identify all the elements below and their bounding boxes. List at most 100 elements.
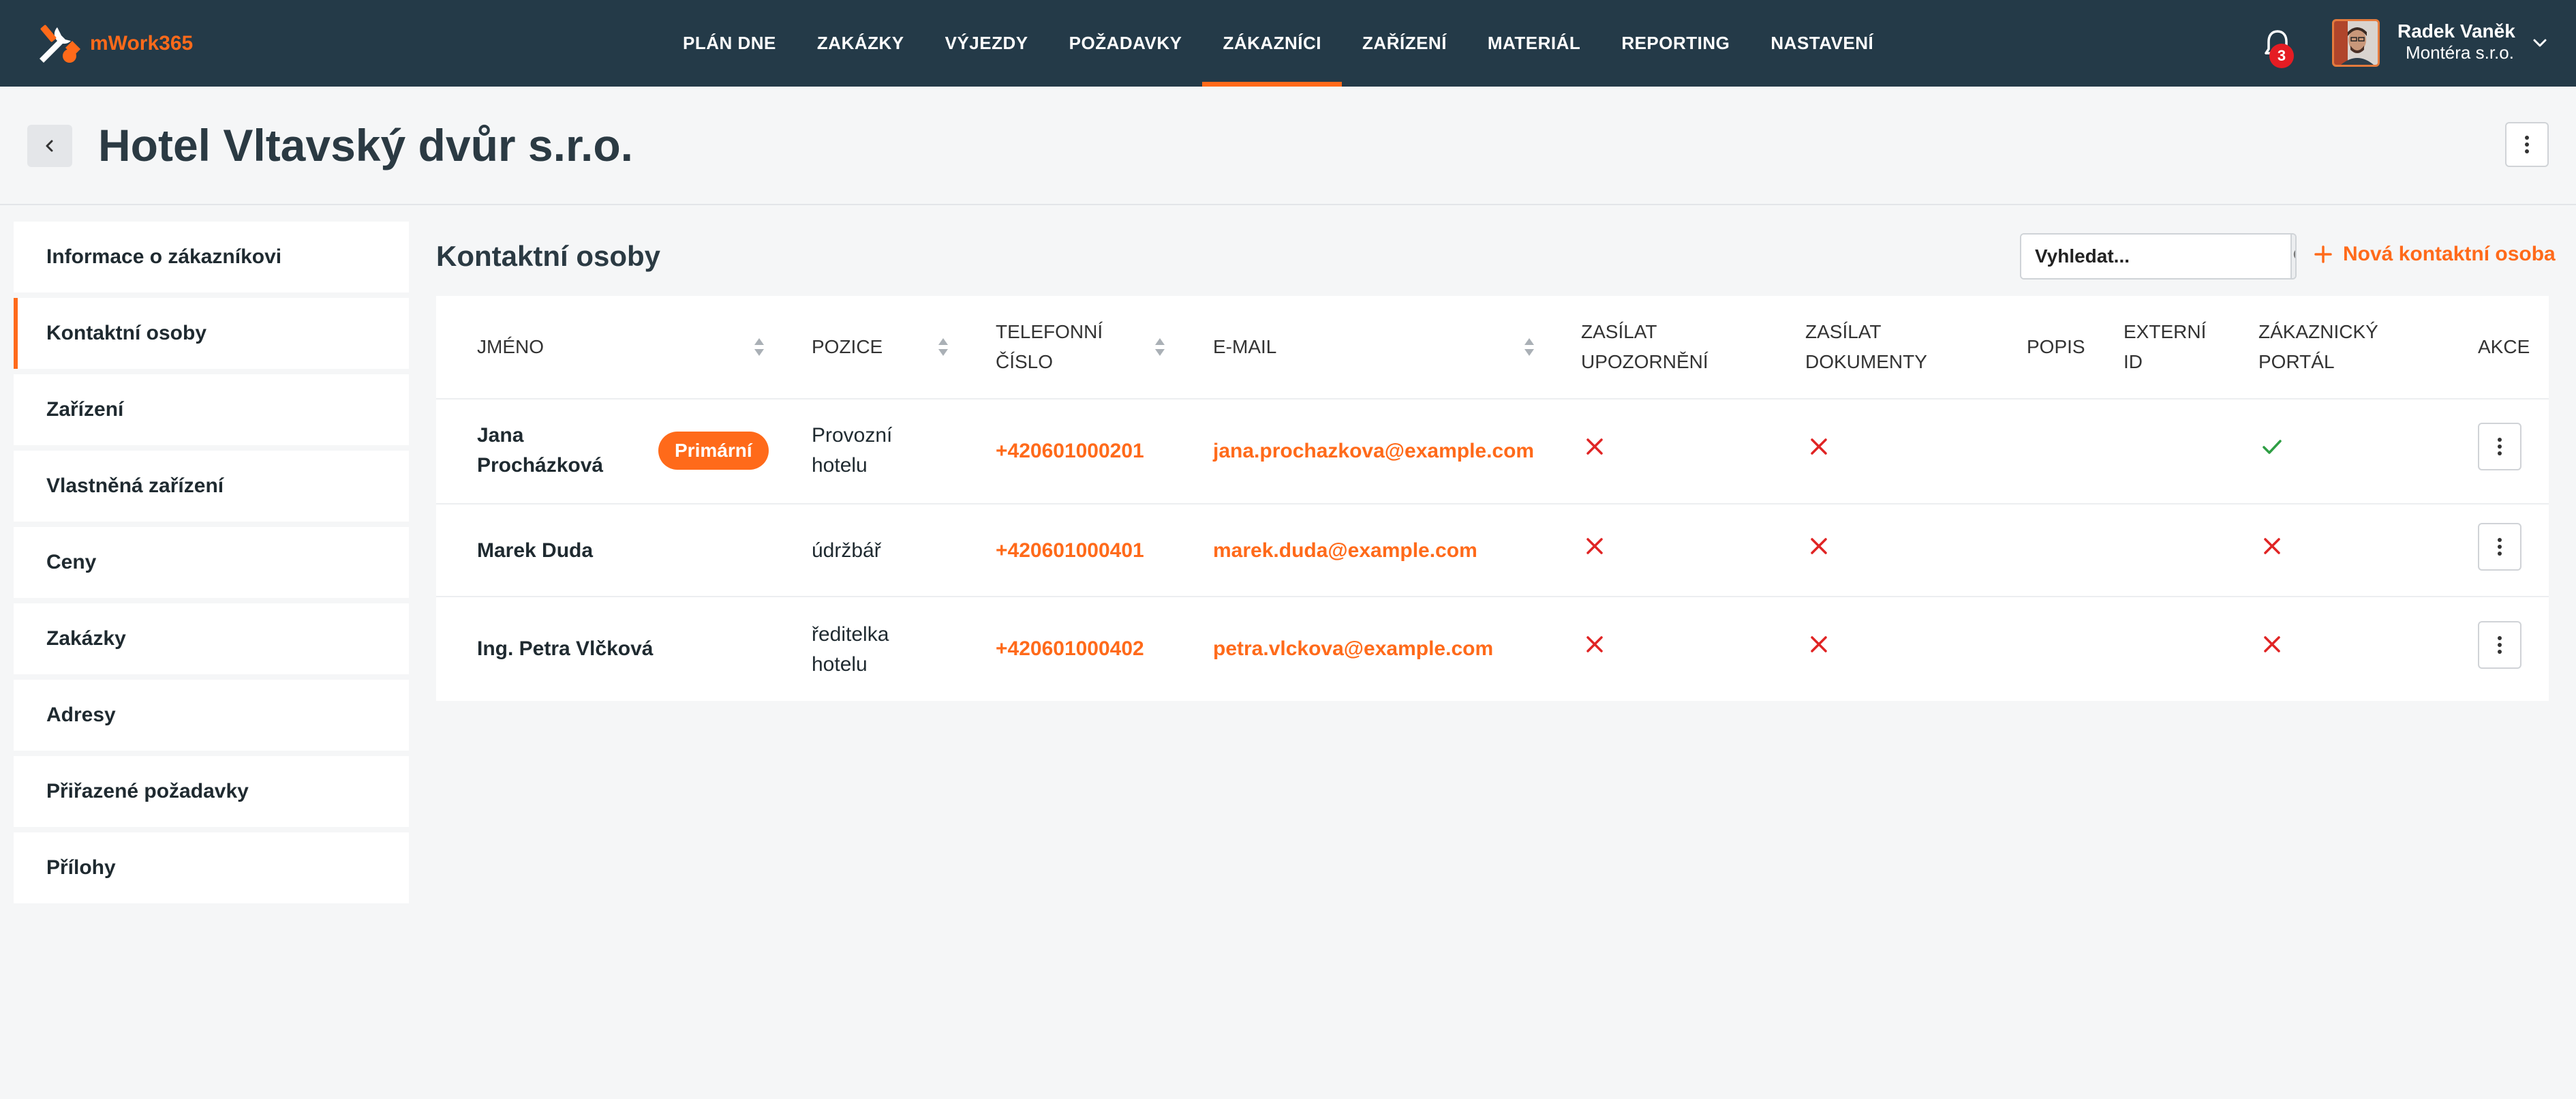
- cross-icon: [1811, 636, 1827, 652]
- cross-icon: [1586, 636, 1603, 652]
- column-header-phone-line2: ČÍSLO: [996, 351, 1054, 372]
- search-box: [2020, 233, 2297, 280]
- contact-position: Provozní hotelu: [812, 412, 892, 490]
- customer-sidebar: Informace o zákazníkovi Kontaktní osoby …: [14, 222, 409, 909]
- kebab-menu-icon: [2498, 636, 2502, 654]
- search-icon: [2293, 250, 2295, 259]
- contact-phone[interactable]: +420601000402: [996, 634, 1144, 664]
- contact-position-line2: hotelu: [812, 653, 868, 676]
- section-title: Kontaktní osoby: [436, 240, 661, 272]
- column-header-name[interactable]: JMÉNO: [477, 296, 544, 398]
- user-company: Montéra s.r.o.: [2406, 42, 2514, 63]
- divider: [436, 596, 2549, 597]
- nav-item-pozadavky[interactable]: POŽADAVKY: [1049, 0, 1203, 87]
- row-actions-button[interactable]: [2478, 423, 2521, 470]
- contact-name-line1: Jana: [477, 424, 524, 447]
- column-header-external-id-line2: ID: [2123, 351, 2143, 372]
- search-input[interactable]: [2021, 235, 2290, 278]
- kebab-menu-icon: [2498, 438, 2502, 455]
- nav-item-zakazky[interactable]: ZAKÁZKY: [797, 0, 925, 87]
- sidebar-item-zakazky[interactable]: Zakázky: [14, 603, 409, 674]
- plus-icon: [2314, 245, 2332, 263]
- cross-icon: [1811, 538, 1827, 554]
- contact-position-line1: ředitelka: [812, 623, 889, 646]
- divider: [436, 398, 2549, 400]
- sidebar-item-adresy[interactable]: Adresy: [14, 680, 409, 751]
- nav-item-zarizeni[interactable]: ZAŘÍZENÍ: [1342, 0, 1467, 87]
- search-button[interactable]: [2290, 235, 2295, 278]
- column-header-description: POPIS: [2027, 336, 2085, 357]
- user-photo-icon: [2334, 21, 2378, 65]
- column-header-portal-line1: ZÁKAZNICKÝ: [2258, 321, 2378, 342]
- contact-phone[interactable]: +420601000401: [996, 536, 1144, 566]
- logo-icon: [40, 25, 80, 63]
- column-header-notify-line1: ZASÍLAT: [1581, 321, 1657, 342]
- contact-name-line2: Procházková: [477, 454, 604, 477]
- cross-icon: [2264, 538, 2280, 554]
- sort-icon[interactable]: [1154, 337, 1166, 357]
- column-header-docs: ZASÍLAT DOKUMENTY: [1805, 296, 1927, 398]
- contact-email[interactable]: marek.duda@example.com: [1213, 536, 1477, 566]
- chevron-down-icon[interactable]: [2530, 33, 2550, 53]
- column-header-external-id-line1: EXTERNÍ: [2123, 321, 2207, 342]
- column-header-portal: ZÁKAZNICKÝ PORTÁL: [2258, 296, 2378, 398]
- column-header-position[interactable]: POZICE: [812, 296, 883, 398]
- nav-item-plan-dne[interactable]: PLÁN DNE: [662, 0, 797, 87]
- page-actions-button[interactable]: [2505, 122, 2549, 167]
- nav-item-zakaznici[interactable]: ZÁKAZNÍCI: [1202, 0, 1342, 87]
- column-header-phone-line1: TELEFONNÍ: [996, 321, 1103, 342]
- contact-phone[interactable]: +420601000201: [996, 436, 1144, 466]
- user-name[interactable]: Radek Vaněk: [2397, 20, 2515, 42]
- sort-icon[interactable]: [1523, 337, 1535, 357]
- logo-text: mWork365: [90, 32, 194, 55]
- kebab-menu-icon: [2525, 136, 2529, 153]
- avatar[interactable]: [2332, 19, 2380, 67]
- sidebar-item-vlastnena-zarizeni[interactable]: Vlastněná zařízení: [14, 451, 409, 522]
- contact-position-line1: Provozní: [812, 424, 893, 447]
- contact-position-line2: hotelu: [812, 454, 868, 477]
- contact-position: ředitelka hotelu: [812, 611, 889, 689]
- nav-item-nastaveni[interactable]: NASTAVENÍ: [1750, 0, 1894, 87]
- page-header: Hotel Vltavský dvůr s.r.o.: [0, 87, 2576, 205]
- contact-email[interactable]: petra.vlckova@example.com: [1213, 634, 1493, 664]
- sidebar-item-ceny[interactable]: Ceny: [14, 527, 409, 598]
- column-header-notify: ZASÍLAT UPOZORNĚNÍ: [1581, 296, 1708, 398]
- app-logo[interactable]: mWork365: [33, 18, 193, 70]
- add-contact-button[interactable]: Nová kontaktní osoba: [2313, 243, 2556, 266]
- sidebar-item-prilohy[interactable]: Přílohy: [14, 832, 409, 903]
- contact-name: Jana Procházková: [477, 412, 603, 490]
- column-header-actions: AKCE: [2478, 336, 2530, 357]
- notification-badge: 3: [2269, 44, 2294, 68]
- sidebar-item-zarizeni[interactable]: Zařízení: [14, 374, 409, 445]
- contact-name: Marek Duda: [477, 539, 594, 562]
- contact-name: Ing. Petra Vlčková: [477, 637, 654, 660]
- sidebar-item-prirazene-pozadavky[interactable]: Přiřazené požadavky: [14, 756, 409, 827]
- column-header-portal-line2: PORTÁL: [2258, 351, 2335, 372]
- sidebar-item-informace[interactable]: Informace o zákazníkovi: [14, 222, 409, 292]
- top-bar: mWork365 PLÁN DNE ZAKÁZKY VÝJEZDY POŽADA…: [0, 0, 2576, 87]
- back-button[interactable]: [27, 125, 72, 167]
- page-title: Hotel Vltavský dvůr s.r.o.: [98, 120, 633, 170]
- contact-email[interactable]: jana.prochazkova@example.com: [1213, 436, 1534, 466]
- row-actions-button[interactable]: [2478, 621, 2521, 669]
- column-header-email[interactable]: E-MAIL: [1213, 296, 1276, 398]
- chevron-left-icon: [46, 140, 53, 152]
- cross-icon: [2264, 636, 2280, 652]
- sort-icon[interactable]: [937, 337, 949, 357]
- divider: [436, 503, 2549, 505]
- cross-icon: [1586, 538, 1603, 554]
- column-header-phone[interactable]: TELEFONNÍ ČÍSLO: [996, 296, 1103, 398]
- nav-item-vyjezdy[interactable]: VÝJEZDY: [925, 0, 1049, 87]
- nav-item-reporting[interactable]: REPORTING: [1601, 0, 1750, 87]
- cross-icon: [1586, 438, 1603, 455]
- contact-position: údržbář: [812, 539, 881, 562]
- contacts-table: JMÉNO POZICE TELEFONNÍ ČÍSLO E-MAIL ZASÍ…: [436, 296, 2549, 701]
- row-actions-button[interactable]: [2478, 523, 2521, 571]
- column-header-external-id: EXTERNÍ ID: [2123, 296, 2206, 398]
- nav-item-material[interactable]: MATERIÁL: [1467, 0, 1601, 87]
- cross-icon: [1811, 438, 1827, 455]
- sort-icon[interactable]: [753, 337, 765, 357]
- sidebar-item-kontaktni-osoby[interactable]: Kontaktní osoby: [14, 298, 409, 369]
- primary-badge: Primární: [658, 432, 769, 470]
- kebab-menu-icon: [2498, 538, 2502, 556]
